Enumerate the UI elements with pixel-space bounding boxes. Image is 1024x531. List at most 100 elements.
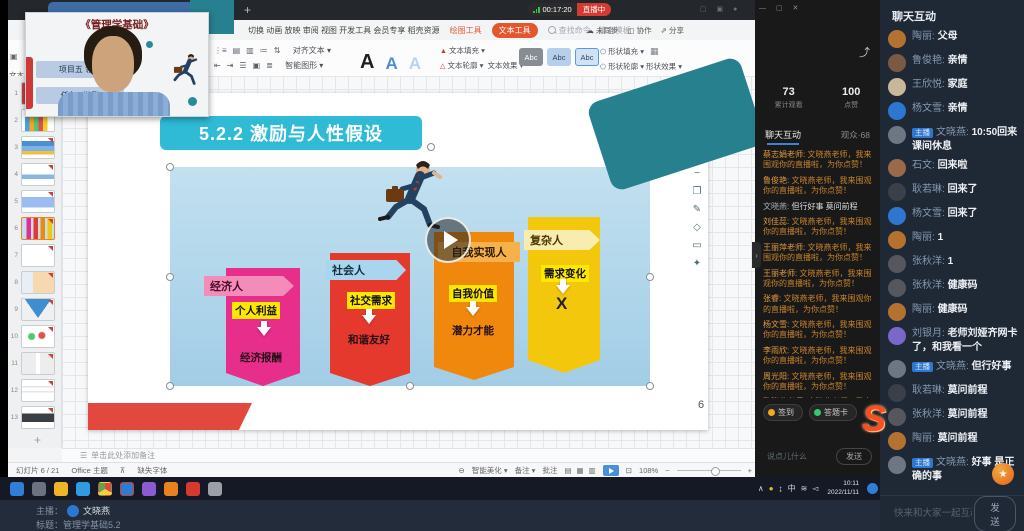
slide-tool-icon[interactable]: ❐ [690,186,704,197]
slide-thumbnail[interactable]: 4 [8,161,61,188]
taskbar-icon[interactable] [208,482,222,496]
ribbon-tab[interactable]: 切换 [248,26,264,35]
text-fill-button[interactable]: 文本填充 ▾ [449,46,485,55]
tray-icon[interactable]: ∧ [758,484,764,493]
chat-message-list[interactable]: 陶丽父母 鲁俊艳亲情 王欣悦家庭 杨文雪亲情 [888,30,1020,482]
tray-icon[interactable]: 中 [788,483,796,494]
toolbar-icon[interactable]: ☰ [239,58,246,73]
shape-effect-button[interactable]: 形状效果 ▾ [646,62,682,71]
shape-outline-button[interactable]: 形状轮廓 ▾ [608,62,644,71]
slide-tool-icon[interactable]: ◇ [690,222,704,233]
tray-icon[interactable]: ≋ [801,484,808,493]
text-outline-button[interactable]: 文本轮廓 ▾ [447,61,483,70]
column-bottom-item[interactable]: 经济报酬 [240,350,282,365]
image-icon[interactable]: ▦ [650,46,659,56]
zoom-slider[interactable] [677,470,741,471]
ribbon-action[interactable]: ☁ 未同步 [586,25,618,36]
presenter-webcam[interactable]: 《管理学基础》 项目五 领导 任务2 激励 [25,12,209,117]
slide-tool-icon[interactable]: ▭ [690,240,704,251]
abc-preset-button[interactable]: Abc [547,48,571,66]
abc-preset-button[interactable]: Abc [519,48,543,66]
taskbar-icon[interactable] [164,482,178,496]
gift-button[interactable]: ★ [992,463,1014,485]
window-controls[interactable]: ▢ ▣ ● [700,5,741,13]
thumbnail-preview[interactable] [21,352,55,375]
selection-handle[interactable] [646,273,654,281]
taskbar-icon[interactable] [54,482,68,496]
thumbnail-preview[interactable] [21,325,55,348]
slide-thumbnail[interactable]: 5 [8,188,61,215]
toolbar-icon[interactable]: ⇤ [214,58,221,73]
toolbar-icon[interactable]: ≣ [266,58,273,73]
taskbar-icon[interactable] [32,482,46,496]
tab-audience[interactable]: 观众·68 [841,129,870,141]
left-group-icon[interactable]: ▣ [10,52,18,61]
share-icon[interactable]: ⤴ [859,44,870,60]
slide-thumbnail[interactable]: 3 [8,134,61,161]
slide-thumbnail[interactable]: 10 [8,323,61,350]
thumbnail-preview[interactable] [21,406,55,429]
thumbnail-preview[interactable] [21,190,55,213]
slide-tool-icon[interactable]: ✎ [690,204,704,215]
tray-icon[interactable]: ↨ [779,484,783,493]
ribbon-tab[interactable]: 开发工具 [339,26,371,35]
notes-toggle[interactable]: 备注 ▾ [515,465,536,476]
slideshow-play-button[interactable] [603,465,619,476]
column-top-item[interactable]: 个人利益 [232,302,280,319]
taskbar-icon[interactable] [142,482,156,496]
taskbar-icon[interactable] [76,482,90,496]
rotate-handle[interactable] [427,143,435,151]
panel-collapse-handle[interactable]: › [752,242,761,268]
text-effect-button[interactable]: 文本效果 ▾ [488,61,524,70]
view-mode-icon[interactable]: ▦ [577,466,584,475]
selection-handle[interactable] [406,382,414,390]
thumbnail-preview[interactable] [21,163,55,186]
toolbar-icon[interactable]: ▣ [253,58,261,73]
zoom-knob[interactable] [711,467,720,476]
selection-handle[interactable] [166,163,174,171]
slide-thumbnail[interactable]: 7 [8,242,61,269]
selection-handle[interactable] [646,382,654,390]
ribbon-tab[interactable]: 会员专享 [373,26,405,35]
toolbar-icon[interactable]: ▥ [246,43,254,58]
thumbnail-preview[interactable] [21,136,55,159]
column-bottom-item[interactable]: 和谐友好 [348,332,390,347]
send-button[interactable]: 发送 [974,496,1016,531]
align-text-button[interactable]: 对齐文本 ▾ [293,46,331,55]
taskbar-icon[interactable] [120,482,134,496]
taskbar-icon[interactable] [10,482,24,496]
slide-title[interactable]: 5.2.2 激励与人性假设 [160,116,422,150]
add-slide-button[interactable]: + [34,433,61,447]
fit-icon[interactable]: ⊡ [626,466,632,475]
notes-bar[interactable]: ☰ 单击此处添加备注 [62,448,760,462]
column-bottom-item[interactable]: X [556,294,567,314]
smart-graphic-button[interactable]: 智能图形 ▾ [285,61,323,70]
toolbar-icon[interactable]: ⇥ [227,58,234,73]
thumbnail-preview[interactable] [21,271,55,294]
slide-thumbnail[interactable]: 13 [8,404,61,431]
thumbnail-preview[interactable] [21,217,55,240]
thumbnail-preview[interactable] [21,244,55,267]
red-ribbon-decoration[interactable] [88,403,252,430]
font-style-button[interactable]: A [385,55,397,72]
inner-chat-list[interactable]: 蔡志娟老师文晓燕老师，我来围观你的直播啦，为你点赞！ 鲁俊艳文晓燕老师，我来围观… [763,150,873,398]
comments-toggle[interactable]: 批注 [542,465,557,476]
zoom-in-button[interactable]: + [748,466,752,475]
view-mode-icon[interactable]: ▥ [589,466,596,475]
quick-action-pill[interactable]: 签到 [763,404,803,421]
slide-thumbnail[interactable]: 9 [8,296,61,323]
font-style-button[interactable]: A [360,52,374,72]
notification-icon[interactable] [867,483,878,494]
column-top-item[interactable]: 社交需求 [347,292,395,309]
thumbnail-preview[interactable] [21,298,55,321]
tray-icon[interactable]: ◅ [812,484,818,493]
slide-tool-icon[interactable]: − [690,168,704,179]
abc-preset-button[interactable]: Abc [575,48,599,66]
taskbar-icon[interactable] [98,482,112,496]
toolbar-icon[interactable]: ⇅ [274,43,281,58]
theme-label[interactable]: Office 主题 [71,465,108,476]
quick-action-pill[interactable]: 答题卡 [809,404,857,421]
ribbon-tab[interactable]: 视图 [321,26,337,35]
inner-send-button[interactable]: 发送 [836,448,872,465]
column-label[interactable]: 社会人 [326,260,406,280]
